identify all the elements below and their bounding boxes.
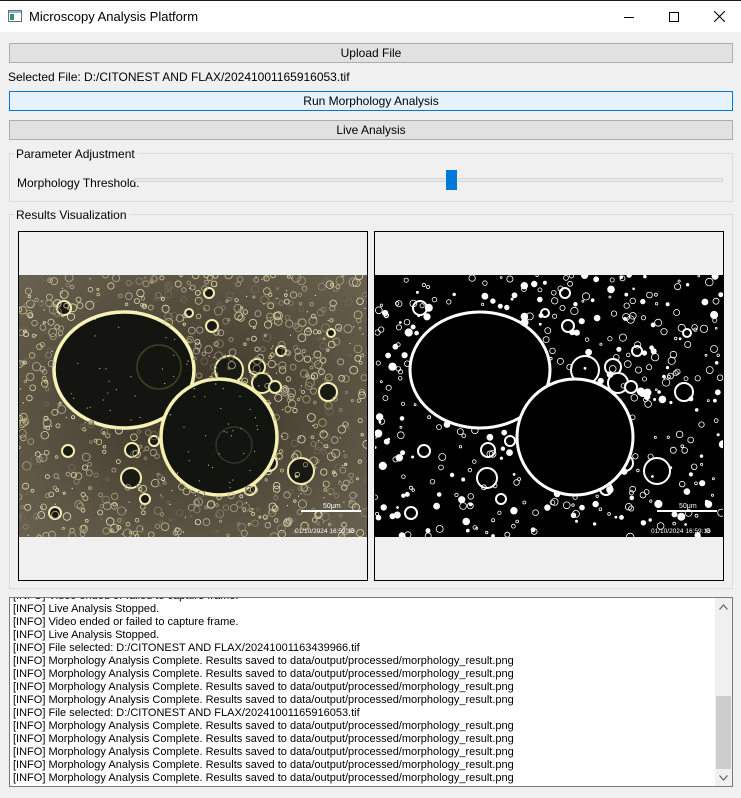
log-line: [INFO] Morphology Analysis Complete. Res… [13,681,514,693]
log-line: [INFO] Morphology Analysis Complete. Res… [13,733,514,745]
threshold-slider-handle[interactable] [446,170,458,190]
selected-file-label: Selected File: D:/CITONEST AND FLAX/2024… [8,70,350,84]
log-line: [INFO] Morphology Analysis Complete. Res… [13,759,514,771]
log-line: [INFO] Morphology Analysis Complete. Res… [13,655,514,667]
close-button[interactable] [696,1,741,32]
log-line: [INFO] Morphology Analysis Complete. Res… [13,694,514,706]
processed-image-panel: 50μm 01/10/2024 16:59:16 [374,231,724,581]
original-timestamp: 01/10/2024 16:59:16 [295,528,355,535]
scroll-down-button[interactable] [715,769,732,786]
processed-timestamp: 01/10/2024 16:59:16 [651,528,711,535]
log-lines: [INFO] Video ended or failed to capture … [13,598,713,785]
threshold-slider-track[interactable] [134,178,723,182]
parameter-adjustment-title: Parameter Adjustment [14,147,137,161]
upload-file-button[interactable]: Upload File [9,43,733,63]
processed-binary-image: 50μm 01/10/2024 16:59:16 [375,275,723,537]
maximize-icon [669,11,679,22]
log-output[interactable]: [INFO] Video ended or failed to capture … [9,597,733,787]
scroll-up-button[interactable] [715,598,732,615]
chevron-up-icon [719,603,728,610]
title-bar[interactable]: Microscopy Analysis Platform [0,0,741,32]
results-visualization-title: Results Visualization [14,208,129,222]
maximize-button[interactable] [651,1,697,32]
log-line: [INFO] Live Analysis Stopped. [13,603,160,615]
live-analysis-button[interactable]: Live Analysis [9,120,733,140]
log-scrollbar[interactable] [715,598,732,786]
threshold-label: Morphology Threshold: [17,176,140,190]
log-line: [INFO] Morphology Analysis Complete. Res… [13,720,514,732]
original-scale-label: 50μm [323,503,341,510]
log-line: [INFO] Video ended or failed to capture … [13,616,239,628]
log-line: [INFO] Live Analysis Stopped. [13,629,160,641]
original-image-panel: 50μm 01/10/2024 16:59:16 [18,231,368,581]
log-line: [INFO] Morphology Analysis Complete. Res… [13,772,514,784]
close-icon [713,11,725,22]
log-line: [INFO] File selected: D:/CITONEST AND FL… [13,642,360,654]
minimize-icon [624,16,634,18]
log-line: [INFO] File selected: D:/CITONEST AND FL… [13,707,360,719]
scroll-thumb[interactable] [716,696,731,769]
run-morphology-button[interactable]: Run Morphology Analysis [9,91,733,111]
minimize-button[interactable] [606,1,652,32]
window-title: Microscopy Analysis Platform [29,9,199,24]
chevron-down-icon [719,774,728,781]
log-line: [INFO] Morphology Analysis Complete. Res… [13,668,514,680]
log-line: [INFO] Morphology Analysis Complete. Res… [13,746,514,758]
app-window-icon [8,10,22,22]
original-micrograph-image: 50μm 01/10/2024 16:59:16 [19,275,367,537]
processed-scale-label: 50μm [679,503,697,510]
